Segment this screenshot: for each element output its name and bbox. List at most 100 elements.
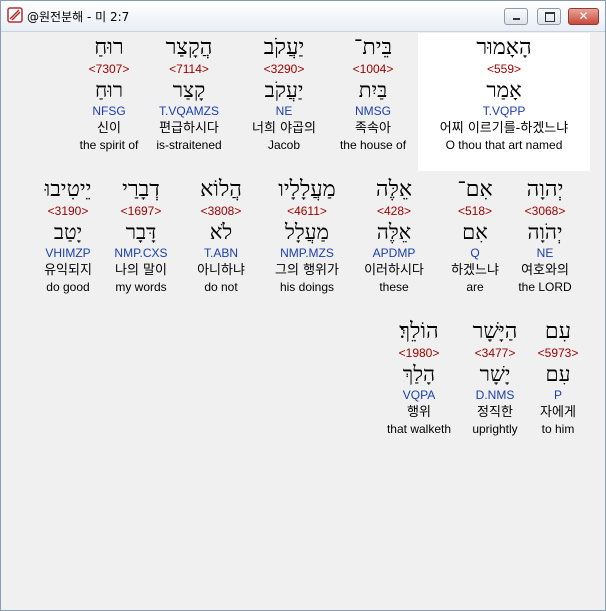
word-cell[interactable]: יְהוָה <3068> יְהֹוָה NE 여호와의 the LORD <box>501 177 589 295</box>
word-cell[interactable]: הֲלוֹא <3808> לֹא T.ABN 아니하냐 do not <box>175 177 267 295</box>
maximize-icon <box>545 12 555 22</box>
lemma: אִם <box>462 220 488 244</box>
english-gloss: are <box>466 280 484 294</box>
close-button[interactable]: ✕ <box>568 8 599 25</box>
word-cell[interactable]: מַעֲלָלָיו <4611> מַעֲלָל NMP.MZS 그의 행위가… <box>257 177 357 295</box>
english-gloss: do not <box>204 280 238 294</box>
word-cell[interactable]: הָאָמוּר <559> אָמַר T.VQPP 어찌 이르기를-하겠느냐… <box>418 33 590 171</box>
grammar-code: NMP.CXS <box>114 246 168 260</box>
lemma: יָטַב <box>53 220 83 244</box>
strong-number[interactable]: <3068> <box>501 204 589 220</box>
word-cell[interactable]: הַיָּשָׁר <3477> יָשָׁר D.NMS 정직한 uprigh… <box>456 320 534 437</box>
hebrew-word: רוּחַ <box>94 35 124 60</box>
word-cell[interactable]: אֵלֶּה <428> אֵלֶּה APDMP 이러하시다 these <box>350 177 438 295</box>
korean-gloss: 족속아 <box>355 121 391 136</box>
english-gloss: uprightly <box>472 422 518 436</box>
korean-gloss: 이러하시다 <box>364 263 424 278</box>
lemma: בַּיִת <box>358 78 388 102</box>
strong-number[interactable]: <1980> <box>375 346 463 362</box>
english-gloss: to him <box>541 422 575 436</box>
word-cell[interactable]: יַעֲקֹב <3290> יַעֲקֹב NE 너희 야곱의 Jacob <box>234 35 334 153</box>
lemma: יְהֹוָה <box>527 220 563 244</box>
hebrew-word: דְבָרַי <box>122 177 160 202</box>
korean-gloss: 정직한 <box>477 405 513 420</box>
grammar-code: NE <box>536 246 554 260</box>
strong-number[interactable]: <1004> <box>323 62 423 78</box>
english-gloss: the spirit of <box>79 138 139 152</box>
grammar-code: T.ABN <box>203 246 238 260</box>
grammar-code: P <box>553 388 562 402</box>
hebrew-word: הֲלוֹא <box>200 177 242 202</box>
strong-number[interactable]: <3190> <box>25 204 111 220</box>
word-cell[interactable]: רוּחַ <7307> רוּחַ NFSG 신이 the spirit of <box>59 35 159 153</box>
word-cell[interactable]: יֵיטִיבוּ <3190> יָטַב VHIMZP 유익되지 do go… <box>25 177 111 295</box>
korean-gloss: 유익되지 <box>44 263 92 278</box>
word-cell[interactable]: עִם <5973> עִם P 자에게 to him <box>527 319 589 437</box>
grammar-code: D.NMS <box>475 388 515 402</box>
hebrew-word: עִם <box>544 319 572 344</box>
strong-number[interactable]: <3477> <box>456 346 534 362</box>
korean-gloss: 여호와의 <box>521 263 569 278</box>
grammar-code: NMSG <box>355 104 391 118</box>
english-gloss: Jacob <box>267 138 301 152</box>
lemma: דָּבָר <box>125 220 157 244</box>
strong-number[interactable]: <428> <box>350 204 438 220</box>
korean-gloss: 나의 말이 <box>115 263 167 278</box>
grammar-code: VQPA <box>402 388 436 402</box>
word-cell[interactable]: אִם־ <518> אִם Q 하겠느냐 are <box>437 178 513 295</box>
maximize-button[interactable] <box>537 8 561 25</box>
korean-gloss: 행위 <box>407 405 431 420</box>
strong-number[interactable]: <5973> <box>527 346 589 362</box>
lemma: אָמַר <box>486 78 522 102</box>
grammar-code: NE <box>275 104 293 118</box>
hebrew-word: יֵיטִיבוּ <box>44 177 92 202</box>
analysis-panel: הָאָמוּר <559> אָמַר T.VQPP 어찌 이르기를-하겠느냐… <box>5 33 597 606</box>
close-icon: ✕ <box>578 9 589 23</box>
hebrew-word: הוֹלֵךְ׃ <box>399 319 439 344</box>
minimize-icon <box>513 18 520 20</box>
lemma: מַעֲלָל <box>285 220 329 244</box>
korean-gloss: 그의 행위가 <box>275 263 339 278</box>
app-icon <box>7 7 23 23</box>
grammar-code: T.VQPP <box>482 104 526 118</box>
korean-gloss: 아니하냐 <box>197 263 245 278</box>
lemma: יַעֲקֹב <box>264 78 304 102</box>
hebrew-word: יַעֲקֹב <box>263 35 305 60</box>
hebrew-word: יְהוָה <box>526 177 564 202</box>
word-cell[interactable]: הוֹלֵךְ׃ <1980> הָלַךְ VQPA 행위 that walk… <box>375 319 463 437</box>
hebrew-word: הָאָמוּר <box>476 35 532 60</box>
english-gloss: the LORD <box>518 280 572 294</box>
strong-number[interactable]: <3808> <box>175 204 267 220</box>
grammar-code: Q <box>470 246 480 260</box>
strong-number[interactable]: <518> <box>437 204 513 220</box>
lemma: הָלַךְ <box>402 362 436 386</box>
grammar-code: APDMP <box>372 246 416 260</box>
english-gloss: that walketh <box>386 422 452 436</box>
main-window: @원전분해 - 미 2:7 ✕ הָאָמוּר <559> אָמַר T.V… <box>0 0 606 611</box>
korean-gloss: 어찌 이르기를-하겠느냐 <box>439 121 569 136</box>
window-title: @원전분해 - 미 2:7 <box>27 10 130 24</box>
english-gloss: my words <box>115 280 167 294</box>
strong-number[interactable]: <7307> <box>59 62 159 78</box>
title-bar[interactable]: @원전분해 - 미 2:7 ✕ <box>1 1 605 32</box>
strong-number[interactable]: <559> <box>418 62 590 78</box>
korean-gloss: 너희 야곱의 <box>252 121 316 136</box>
word-cell[interactable]: דְבָרַי <1697> דָּבָר NMP.CXS 나의 말이 my w… <box>99 177 183 295</box>
grammar-code: NFSG <box>92 104 126 118</box>
strong-number[interactable]: <1697> <box>99 204 183 220</box>
korean-gloss: 하겠느냐 <box>451 263 499 278</box>
word-cell[interactable]: בֵּית־ <1004> בַּיִת NMSG 족속아 the house … <box>323 35 423 153</box>
grammar-code: NMP.MZS <box>280 246 334 260</box>
minimize-button[interactable] <box>504 8 528 25</box>
lemma: רוּחַ <box>94 78 124 102</box>
hebrew-word: אֵלֶּה <box>375 177 413 202</box>
hebrew-word: בֵּית־ <box>353 35 393 60</box>
strong-number[interactable]: <3290> <box>234 62 334 78</box>
english-gloss: these <box>379 280 409 294</box>
hebrew-word: מַעֲלָלָיו <box>278 177 336 202</box>
english-gloss: do good <box>46 280 90 294</box>
lemma: אֵלֶּה <box>376 220 412 244</box>
strong-number[interactable]: <4611> <box>257 204 357 220</box>
english-gloss: the house of <box>339 138 407 152</box>
lemma: יָשָׁר <box>479 362 511 386</box>
